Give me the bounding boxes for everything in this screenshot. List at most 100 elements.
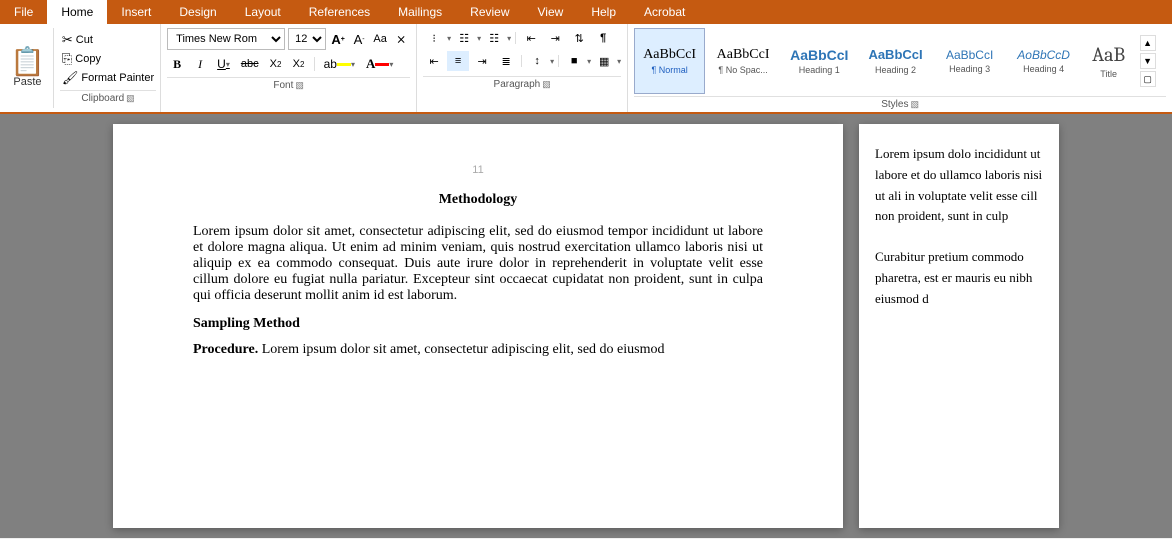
tab-layout[interactable]: Layout	[231, 0, 295, 24]
tab-file[interactable]: File	[0, 0, 47, 24]
numbering-button[interactable]: ☷	[453, 28, 475, 48]
style-no-space-button[interactable]: AaBbCcI ¶ No Spac...	[707, 28, 779, 94]
font-sep1	[314, 57, 315, 71]
align-left-button[interactable]: ⇤	[423, 51, 445, 71]
styles-expand-button[interactable]: ▢	[1140, 71, 1156, 87]
sidebar-page: Lorem ipsum dolo incididunt ut labore et…	[859, 124, 1059, 528]
font-shrink-button[interactable]: A-	[350, 30, 368, 48]
paste-button[interactable]: 📋 Paste	[2, 28, 54, 108]
styles-group-label[interactable]: Styles ▧	[634, 96, 1166, 112]
styles-scroll-down-button[interactable]: ▼	[1140, 53, 1156, 69]
tab-acrobat[interactable]: Acrobat	[630, 0, 699, 24]
style-normal-button[interactable]: AaBbCcI ¶ Normal	[634, 28, 705, 94]
tab-home[interactable]: Home	[47, 0, 107, 24]
increase-indent-button[interactable]: ⇥	[544, 28, 566, 48]
style-no-space-preview: AaBbCcI	[717, 47, 770, 64]
ribbon-body: 📋 Paste ✂ Cut ⎘ Copy 🖌 Format Painter Cl…	[0, 24, 1172, 114]
sampling-method-heading: Sampling Method	[193, 316, 763, 332]
copy-button[interactable]: ⎘ Copy	[60, 50, 156, 68]
cut-button[interactable]: ✂ Cut	[60, 31, 156, 49]
multilevel-button[interactable]: ☷	[483, 28, 505, 48]
highlight-icon: ab	[324, 57, 337, 71]
font-group: Times New Rom 12 A+ A- Aa ⨯ B I U ▾ abc …	[161, 24, 417, 112]
text-highlight-button[interactable]: ab ▾	[320, 53, 359, 75]
strikethrough-button[interactable]: abc	[237, 53, 263, 75]
para-sep3	[558, 55, 559, 67]
clear-formatting-button[interactable]: ⨯	[392, 30, 410, 48]
sort-button[interactable]: ⇅	[568, 28, 590, 48]
italic-button[interactable]: I	[190, 53, 210, 75]
shading-dd: ▾	[587, 57, 591, 66]
style-heading4-label: Heading 4	[1023, 64, 1064, 74]
style-heading2-preview: AaBbCcI	[868, 47, 922, 63]
font-size-select[interactable]: 12	[288, 28, 326, 50]
font-row2: B I U ▾ abc X2 X2 ab ▾ A ▾	[167, 53, 410, 75]
procedure-bold-label: Procedure.	[193, 342, 258, 357]
clipboard-group-label[interactable]: Clipboard ▧	[60, 90, 156, 106]
bold-button[interactable]: B	[167, 53, 187, 75]
sidebar-para2: Curabitur pretium commodo pharetra, est …	[875, 247, 1043, 309]
tab-view[interactable]: View	[524, 0, 578, 24]
copy-icon: ⎘	[62, 51, 72, 67]
change-case-button[interactable]: Aa	[371, 30, 389, 48]
show-hide-button[interactable]: ¶	[592, 28, 614, 48]
clipboard-expand-icon: ▧	[126, 93, 135, 104]
format-painter-button[interactable]: 🖌 Format Painter	[60, 69, 156, 87]
strikethrough-label: abc	[241, 58, 259, 70]
style-normal-preview: AaBbCcI	[643, 47, 696, 64]
borders-dd: ▾	[617, 57, 621, 66]
paste-icon: 📋	[10, 48, 45, 76]
font-color-button[interactable]: A ▾	[362, 53, 397, 75]
style-heading4-button[interactable]: AoBbCcD Heading 4	[1008, 28, 1080, 94]
subscript-button[interactable]: X2	[266, 53, 286, 75]
justify-button[interactable]: ≣	[495, 51, 517, 71]
style-heading4-preview: AoBbCcD	[1017, 48, 1070, 62]
highlight-color	[337, 63, 351, 66]
copy-label: Copy	[75, 53, 101, 65]
style-normal-label: ¶ Normal	[651, 65, 687, 75]
font-label-text: Font	[273, 80, 293, 91]
decrease-indent-button[interactable]: ⇤	[520, 28, 542, 48]
methodology-heading: Methodology	[193, 192, 763, 208]
style-heading2-button[interactable]: AaBbCcI Heading 2	[859, 28, 931, 94]
tab-mailings[interactable]: Mailings	[384, 0, 456, 24]
line-spacing-button[interactable]: ↕	[526, 51, 548, 71]
styles-label-text: Styles	[881, 99, 908, 110]
format-painter-label: Format Painter	[81, 72, 154, 84]
tab-references[interactable]: References	[295, 0, 384, 24]
main-paragraph[interactable]: Lorem ipsum dolor sit amet, consectetur …	[193, 224, 763, 304]
underline-button[interactable]: U ▾	[213, 53, 234, 75]
para-sep1	[515, 32, 516, 44]
numbering-dd: ▾	[477, 34, 481, 43]
style-heading1-button[interactable]: AaBbCcI Heading 1	[781, 28, 857, 94]
paragraph-expand-icon: ▧	[542, 79, 551, 90]
shading-button[interactable]: ■	[563, 51, 585, 71]
tab-design[interactable]: Design	[165, 0, 230, 24]
procedure-text: Lorem ipsum dolor sit amet, consectetur …	[258, 342, 664, 357]
bullets-button[interactable]: ⁝	[423, 28, 445, 48]
font-grow-button[interactable]: A+	[329, 30, 347, 48]
align-right-button[interactable]: ⇥	[471, 51, 493, 71]
paragraph-group: ⁝ ▾ ☷ ▾ ☷ ▾ ⇤ ⇥ ⇅ ¶ ⇤ ≡ ⇥ ≣ ↕ ▾	[417, 24, 628, 112]
line-spacing-dd: ▾	[550, 57, 554, 66]
styles-scroll-up-button[interactable]: ▲	[1140, 35, 1156, 51]
font-color-icon: A	[366, 56, 375, 72]
tab-help[interactable]: Help	[577, 0, 630, 24]
font-family-select[interactable]: Times New Rom	[167, 28, 285, 50]
tab-review[interactable]: Review	[456, 0, 523, 24]
superscript-button[interactable]: X2	[289, 53, 309, 75]
font-group-label[interactable]: Font ▧	[167, 77, 410, 93]
underline-dropdown: ▾	[226, 60, 230, 69]
tab-insert[interactable]: Insert	[107, 0, 165, 24]
style-heading3-button[interactable]: AaBbCcI Heading 3	[934, 28, 1006, 94]
cut-label: Cut	[76, 34, 93, 46]
borders-button[interactable]: ▦	[593, 51, 615, 71]
bold-label: B	[173, 57, 181, 72]
align-center-button[interactable]: ≡	[447, 51, 469, 71]
paragraph-group-label[interactable]: Paragraph ▧	[423, 76, 621, 92]
procedure-paragraph[interactable]: Procedure. Lorem ipsum dolor sit amet, c…	[193, 342, 763, 358]
style-title-button[interactable]: AaB Title	[1082, 28, 1136, 94]
paste-label: Paste	[13, 76, 41, 88]
ribbon: File Home Insert Design Layout Reference…	[0, 0, 1172, 114]
style-heading1-label: Heading 1	[799, 65, 840, 75]
